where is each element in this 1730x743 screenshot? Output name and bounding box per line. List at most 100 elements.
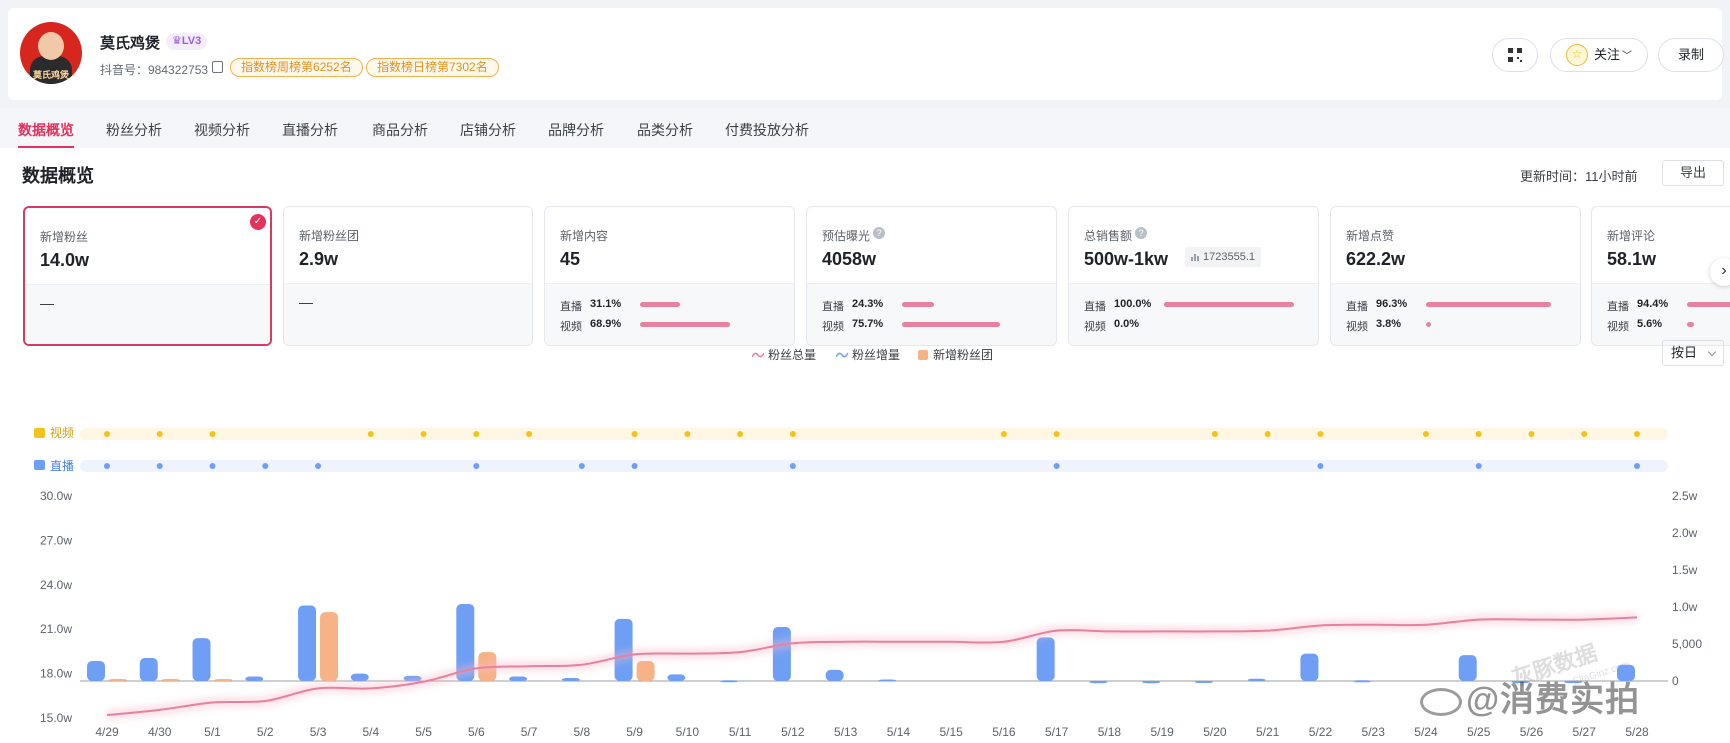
video-day-dot: [737, 431, 744, 437]
video-day-dot: [420, 431, 427, 437]
tab-video[interactable]: 视频分析: [194, 120, 250, 140]
video-day-dot: [526, 431, 533, 437]
x-tick-label: 5/24: [1414, 725, 1438, 739]
left-tick-label: 24.0w: [40, 578, 72, 592]
fans-increase-bar: [509, 676, 528, 681]
weibo-icon: [1420, 688, 1462, 717]
right-axis: 0 5,000 1.0w 1.5w 2.0w 2.5w: [1672, 489, 1702, 688]
x-tick-label: 5/28: [1625, 725, 1649, 739]
video-day-dot: [156, 431, 163, 437]
x-tick-label: 5/3: [310, 725, 327, 739]
video-day-dot: [1422, 431, 1429, 437]
right-tick-label: 0: [1672, 674, 1679, 688]
daily-rank-tag[interactable]: 指数榜日榜第7302名: [366, 58, 499, 77]
left-axis: 15.0w 18.0w 21.0w 24.0w 27.0w 30.0w: [40, 489, 72, 725]
x-tick-label: 5/27: [1573, 725, 1597, 739]
tab-fans[interactable]: 粉丝分析: [106, 120, 162, 140]
video-day-dot: [1528, 431, 1535, 437]
live-day-dot: [473, 463, 480, 469]
x-tick-label: 5/15: [939, 725, 963, 739]
x-tick-label: 5/26: [1520, 725, 1544, 739]
record-button[interactable]: 录制: [1658, 38, 1724, 72]
fans-increase-bar: [720, 680, 739, 683]
video-day-dot: [1000, 431, 1007, 437]
tab-products[interactable]: 商品分析: [372, 120, 428, 140]
fans-increase-bar: [772, 626, 791, 681]
x-tick-label: 5/23: [1362, 725, 1386, 739]
fans-increase-bar: [1036, 637, 1055, 681]
fans-increase-bar: [1194, 681, 1213, 683]
video-day-dot: [367, 431, 374, 437]
fans-increase-bar: [614, 618, 633, 681]
crown-icon: ♛: [172, 35, 182, 47]
right-tick-label: 5,000: [1672, 637, 1702, 651]
account-name: 莫氏鸡煲: [100, 35, 161, 52]
qr-code-button[interactable]: [1492, 38, 1538, 72]
left-tick-label: 30.0w: [40, 489, 72, 503]
avatar-logo-text: 莫氏鸡煲: [32, 70, 69, 80]
avatar-figure-face: [38, 32, 64, 60]
tab-paid-ads[interactable]: 付费投放分析: [725, 120, 809, 140]
chevron-down-icon: ﹀: [1622, 51, 1632, 62]
fanclub-bar: [161, 679, 180, 681]
video-day-dot: [1211, 431, 1218, 437]
x-tick-label: 5/21: [1256, 725, 1280, 739]
live-day-dot: [156, 463, 163, 469]
live-lane-label: 直播: [34, 459, 74, 473]
fans-increase-bar: [667, 674, 686, 681]
video-day-dot: [1581, 431, 1588, 437]
fans-increase-bar: [298, 605, 317, 681]
x-tick-label: 5/7: [521, 725, 538, 739]
tab-brand[interactable]: 品牌分析: [548, 120, 604, 140]
watermark-weibo: @消费实拍: [1420, 672, 1640, 721]
tab-live[interactable]: 直播分析: [282, 120, 338, 140]
live-day-dot: [1475, 463, 1482, 469]
tab-category[interactable]: 品类分析: [637, 120, 693, 140]
douyin-id: 抖音号：984322753: [100, 63, 209, 77]
fans-increase-bar: [878, 679, 897, 682]
x-axis: 4/29 4/30 5/1 5/2 5/3 5/4 5/5 5/6 5/7 5/8 5/9 5/10 5…: [95, 725, 1649, 739]
fans-increase-bar: [1089, 681, 1108, 684]
live-day-dot: [104, 463, 110, 469]
x-tick-label: 5/9: [626, 725, 643, 739]
right-tick-label: 2.0w: [1672, 526, 1698, 540]
tab-overview[interactable]: 数据概览: [18, 120, 74, 140]
fans-trend-chart: 视频 直播 15.0w 18.0w 21.0w 24.0w 27.0w 30.0w 0 5,…: [34, 425, 1702, 739]
x-tick-label: 5/25: [1467, 725, 1491, 739]
x-tick-label: 4/29: [95, 725, 119, 739]
follow-button[interactable]: ☆ 关注 ﹀: [1550, 38, 1648, 72]
live-day-dot: [1634, 463, 1640, 469]
fanclub-bar: [109, 679, 127, 681]
x-tick-label: 5/12: [781, 725, 805, 739]
live-day-dot: [789, 463, 796, 469]
fans-increase-bar: [1247, 678, 1266, 681]
video-day-dot: [1053, 431, 1060, 437]
copy-icon[interactable]: [212, 61, 223, 73]
fans-increase-bar: [825, 669, 844, 681]
watermark-weibo-text: @消费实拍: [1466, 681, 1641, 719]
video-day-dot: [631, 431, 638, 437]
left-tick-label: 15.0w: [40, 711, 72, 725]
avatar[interactable]: 莫氏鸡煲: [20, 22, 82, 84]
video-lane: [80, 428, 1668, 440]
live-day-dot: [1317, 463, 1324, 469]
x-tick-label: 5/4: [362, 725, 379, 739]
fans-increase-bar: [245, 676, 264, 681]
fanclub-bar: [636, 661, 655, 681]
x-tick-label: 5/5: [415, 725, 432, 739]
fans-increase-bar: [561, 678, 580, 681]
weekly-rank-tag[interactable]: 指数榜周榜第6252名: [230, 58, 363, 77]
live-day-dot: [1053, 463, 1060, 469]
live-day-dot: [631, 463, 638, 469]
x-tick-label: 5/20: [1203, 725, 1227, 739]
x-tick-label: 5/22: [1309, 725, 1333, 739]
x-tick-label: 4/30: [148, 725, 172, 739]
tab-store[interactable]: 店铺分析: [460, 120, 516, 140]
fans-increase-bar: [139, 658, 158, 681]
right-tick-label: 1.5w: [1672, 563, 1698, 577]
x-tick-label: 5/10: [676, 725, 700, 739]
right-tick-label: 2.5w: [1672, 489, 1698, 503]
video-day-dot: [1634, 431, 1640, 437]
video-day-dot: [789, 431, 796, 437]
x-tick-label: 5/18: [1098, 725, 1122, 739]
